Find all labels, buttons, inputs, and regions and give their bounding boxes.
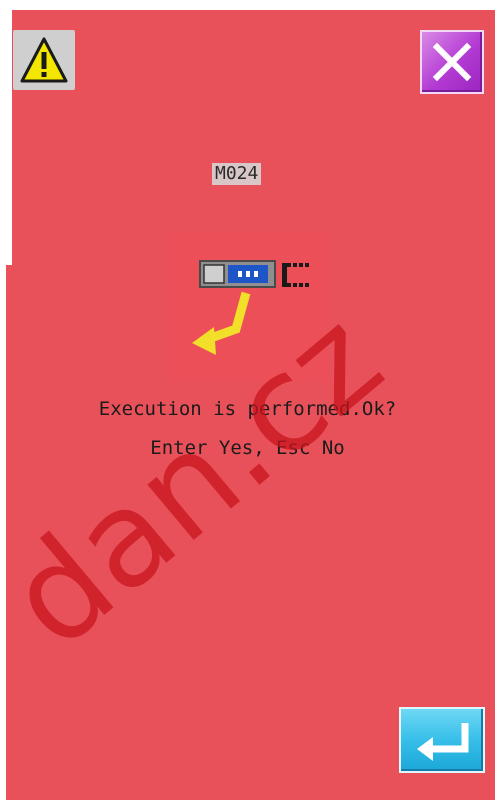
close-x-icon xyxy=(432,42,472,82)
message-code: M024 xyxy=(212,163,262,185)
prompt-question: Execution is performed.Ok? xyxy=(98,398,397,420)
left-border-strip xyxy=(6,265,12,800)
execution-arrow-icon xyxy=(192,260,309,355)
prompt-instructions: Enter Yes, Esc No xyxy=(150,437,345,459)
top-border xyxy=(0,0,495,10)
warning-button[interactable] xyxy=(13,30,75,90)
execution-illustration xyxy=(170,231,327,381)
enter-button[interactable] xyxy=(399,707,485,773)
close-button[interactable] xyxy=(420,30,484,94)
warning-triangle-icon xyxy=(20,37,68,83)
dialog-screen: M024 Execution is performed.Ok? Enter Ye… xyxy=(0,0,495,800)
enter-return-icon xyxy=(417,723,469,761)
